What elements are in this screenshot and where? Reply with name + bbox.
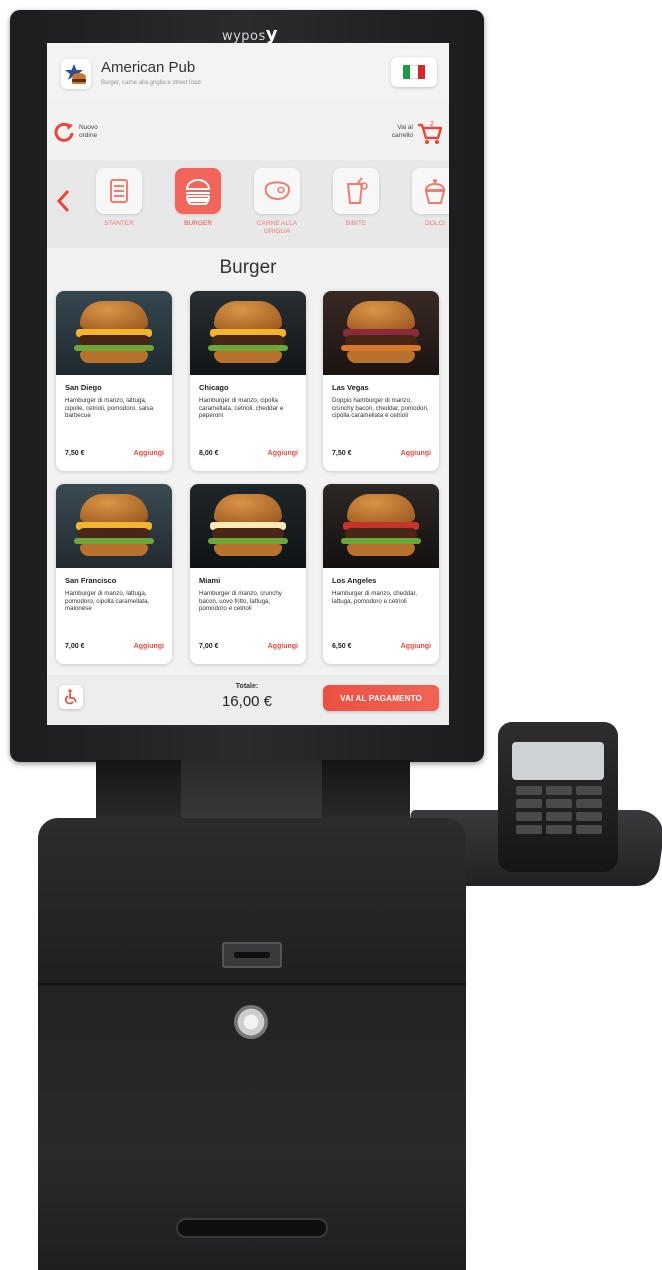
category-label: CARNE ALLA GRIGLIA [256, 220, 298, 235]
product-card[interactable]: Las Vegas Doppio hamburger di manzo, cru… [323, 291, 439, 471]
product-description: Hamburger di manzo, lattuga, pomodoro, c… [65, 590, 150, 613]
add-button[interactable]: Aggiungi [134, 450, 164, 457]
language-selector-button[interactable] [391, 57, 437, 87]
cupcake-icon [424, 179, 446, 204]
product-price: 8,00 € [199, 450, 219, 457]
category-label: BURGER [184, 220, 212, 227]
total-value: 16,00 € [221, 693, 273, 710]
burger-icon [185, 179, 211, 205]
go-to-cart-button[interactable]: Vai al carrello 2 [392, 119, 443, 145]
cart-label-2: carrello [391, 132, 413, 139]
product-image [190, 484, 306, 568]
cart-icon: 2 [418, 121, 443, 144]
product-name: San Diego [65, 383, 102, 392]
italy-flag-icon [403, 65, 425, 79]
total-label: Totale: [235, 683, 259, 690]
add-button[interactable]: Aggiungi [401, 450, 431, 457]
add-button[interactable]: Aggiungi [268, 450, 298, 457]
wheelchair-icon [65, 689, 77, 705]
payment-terminal [498, 722, 618, 872]
product-name: Los Angeles [332, 576, 377, 585]
chevron-left-icon[interactable] [53, 186, 73, 216]
pay-button[interactable]: VAI AL PAGAMENTO [323, 685, 439, 711]
category-burger[interactable]: BURGER [168, 168, 228, 228]
restaurant-subtitle: Burger, carne alla griglia e street food [101, 80, 201, 86]
category-starter[interactable]: STANTER [89, 168, 149, 228]
cabinet-lock [234, 1005, 268, 1039]
product-image [56, 484, 172, 568]
product-description: Hamburger di manzo, lattuga, cipolle, ce… [65, 397, 154, 420]
product-image [190, 291, 306, 375]
product-name: Miami [199, 576, 221, 585]
product-card[interactable]: San Diego Hamburger di manzo, lattuga, c… [56, 291, 172, 471]
product-name: Las Vegas [332, 383, 369, 392]
checkout-footer: Totale: 16,00 € VAI AL PAGAMENTO [47, 675, 449, 725]
product-description: Hamburger di manzo, cheddar, lattuga, po… [332, 590, 417, 605]
accessibility-button[interactable] [59, 685, 83, 709]
product-description: Hamburger di manzo, cipolla caramellata,… [199, 397, 284, 420]
restaurant-logo-icon [61, 59, 91, 89]
product-name: San Francisco [65, 576, 117, 585]
product-card[interactable]: Los Angeles Hamburger di manzo, cheddar,… [323, 484, 439, 664]
product-price: 6,50 € [332, 643, 352, 650]
add-button[interactable]: Aggiungi [268, 643, 298, 650]
add-button[interactable]: Aggiungi [401, 643, 431, 650]
category-grill[interactable]: CARNE ALLA GRIGLIA [247, 168, 307, 236]
barcode-reader [222, 942, 282, 968]
product-card[interactable]: Chicago Hamburger di manzo, cipolla cara… [190, 291, 306, 471]
app-header: American Pub Burger, carne alla griglia … [47, 43, 449, 99]
category-label: STANTER [104, 220, 134, 227]
category-desserts[interactable]: DOLCI [405, 168, 449, 228]
refresh-icon [54, 122, 74, 142]
add-button[interactable]: Aggiungi [134, 643, 164, 650]
receipt-slot [176, 1218, 328, 1238]
product-image [56, 291, 172, 375]
product-card[interactable]: Miami Hamburger di manzo, crunchy bacon,… [190, 484, 306, 664]
action-row: Nuovo ordine Vai al carrello 2 [47, 113, 449, 159]
category-drinks[interactable]: BIBITE [326, 168, 386, 228]
steak-icon [264, 181, 291, 201]
drinks-icon [346, 177, 368, 204]
product-price: 7,50 € [332, 450, 352, 457]
product-price: 7,50 € [65, 450, 85, 457]
restaurant-name: American Pub [101, 59, 196, 76]
product-image [323, 291, 439, 375]
cart-count: 2 [430, 121, 434, 128]
new-order-label-2: ordine [79, 132, 98, 139]
new-order-button[interactable]: Nuovo ordine [53, 121, 119, 143]
product-description: Hamburger di manzo, crunchy bacon, uovo … [199, 590, 282, 613]
category-label: BIBITE [345, 220, 367, 227]
product-price: 7,00 € [65, 643, 85, 650]
menu-list-icon [110, 179, 128, 203]
new-order-label: Nuovo [79, 124, 98, 131]
product-description: Doppio hamburger di manzo, crunchy bacon… [332, 397, 429, 420]
kiosk-display: American Pub Burger, carne alla griglia … [47, 43, 449, 725]
product-name: Chicago [199, 383, 229, 392]
product-image [323, 484, 439, 568]
product-card[interactable]: San Francisco Hamburger di manzo, lattug… [56, 484, 172, 664]
cart-label: Vai al [397, 124, 413, 131]
product-price: 7,00 € [199, 643, 219, 650]
section-title: Burger [219, 257, 277, 278]
category-label: DOLCI [425, 220, 445, 227]
category-bar: STANTER BURGER CARNE ALLA GRIGLIA BIBITE… [47, 160, 449, 248]
